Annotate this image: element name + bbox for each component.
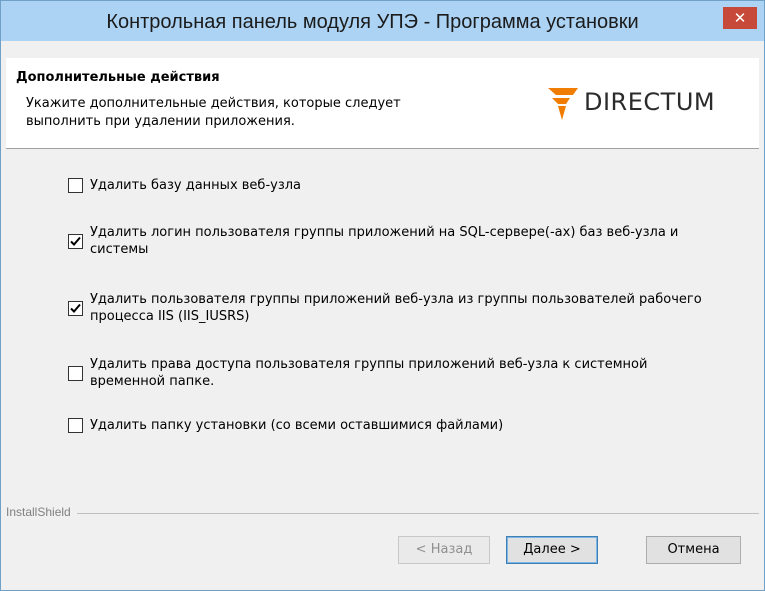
checkbox-delete-iis-user[interactable] bbox=[68, 300, 83, 316]
check-icon bbox=[70, 303, 81, 313]
logo-text: DIRECTUM bbox=[584, 88, 716, 116]
option-delete-database[interactable]: Удалить базу данных веб-узла bbox=[68, 177, 710, 194]
installshield-label: InstallShield bbox=[6, 505, 77, 519]
option-label: Удалить базу данных веб-узла bbox=[90, 178, 302, 193]
checkbox-delete-sql-login[interactable] bbox=[68, 233, 83, 249]
step-description: Укажите дополнительные действия, которые… bbox=[26, 96, 401, 129]
checkbox-delete-database[interactable] bbox=[68, 178, 83, 193]
checkbox-delete-install-folder[interactable] bbox=[68, 418, 83, 433]
option-delete-sql-login[interactable]: Удалить логин пользователя группы прилож… bbox=[68, 224, 710, 258]
option-label: Удалить папку установки (со всеми оставш… bbox=[90, 418, 504, 433]
back-button[interactable]: < Назад bbox=[398, 536, 490, 564]
installer-window: Контрольная панель модуля УПЭ - Программ… bbox=[0, 0, 765, 591]
wizard-header: Дополнительные действия Укажите дополнит… bbox=[6, 58, 759, 149]
options-panel: Удалить базу данных веб-узла Удалить лог… bbox=[6, 149, 759, 499]
check-icon bbox=[70, 236, 81, 246]
next-button[interactable]: Далее > bbox=[506, 536, 598, 564]
step-title: Дополнительные действия bbox=[16, 70, 220, 85]
close-icon: ✕ bbox=[733, 9, 747, 27]
window-title: Контрольная панель модуля УПЭ - Программ… bbox=[106, 11, 639, 33]
option-label: Удалить пользователя группы приложений в… bbox=[90, 292, 702, 324]
directum-logo: DIRECTUM bbox=[546, 84, 756, 124]
footer-divider bbox=[6, 513, 759, 514]
close-button[interactable]: ✕ bbox=[723, 7, 757, 29]
option-label: Удалить логин пользователя группы прилож… bbox=[90, 225, 679, 257]
title-bar[interactable]: Контрольная панель модуля УПЭ - Программ… bbox=[1, 1, 764, 41]
option-label: Удалить права доступа пользователя групп… bbox=[90, 357, 648, 389]
option-delete-temp-access[interactable]: Удалить права доступа пользователя групп… bbox=[68, 356, 710, 390]
checkbox-delete-temp-access[interactable] bbox=[68, 365, 83, 381]
cancel-button[interactable]: Отмена bbox=[646, 536, 741, 564]
directum-logo-icon bbox=[548, 88, 578, 120]
option-delete-install-folder[interactable]: Удалить папку установки (со всеми оставш… bbox=[68, 417, 710, 434]
option-delete-iis-user[interactable]: Удалить пользователя группы приложений в… bbox=[68, 291, 710, 325]
